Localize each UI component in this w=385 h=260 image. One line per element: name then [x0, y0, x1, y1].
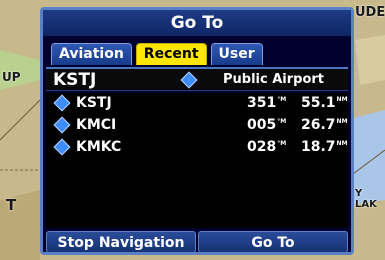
button-bar: Stop Navigation Go To: [46, 231, 348, 253]
bearing-value: 028°M: [247, 139, 287, 155]
airport-diamond-icon: [53, 116, 71, 134]
bearing-value: 005°M: [247, 117, 287, 133]
stop-navigation-button[interactable]: Stop Navigation: [46, 231, 196, 253]
tab-aviation[interactable]: Aviation: [51, 43, 132, 65]
tab-recent[interactable]: Recent: [135, 43, 207, 65]
airport-diamond-icon: [180, 71, 198, 89]
waypoint-ident: KMKC: [76, 139, 122, 155]
list-item[interactable]: KSTJ 351°M 55.1NM: [46, 93, 348, 115]
selected-type: Public Airport: [223, 72, 325, 87]
airport-diamond-icon: [53, 138, 71, 156]
map-label: T: [6, 196, 17, 214]
selected-waypoint-header: KSTJ Public Airport: [46, 67, 348, 91]
tab-bar: Aviation Recent User: [51, 43, 263, 65]
selected-ident: KSTJ: [53, 70, 97, 90]
waypoint-ident: KMCI: [76, 117, 117, 133]
bearing-value: 351°M: [247, 95, 287, 111]
list-item[interactable]: KMKC 028°M 18.7NM: [46, 137, 348, 159]
map-label: Y LAK: [355, 188, 377, 210]
waypoint-ident: KSTJ: [76, 95, 112, 111]
list-item[interactable]: KMCI 005°M 26.7NM: [46, 115, 348, 137]
dialog-title: Go To: [43, 10, 351, 36]
distance-value: 18.7NM: [301, 139, 348, 155]
tab-user[interactable]: User: [210, 43, 263, 65]
recent-waypoint-list: KSTJ 351°M 55.1NM KMCI 005°M 26.7NM KMKC…: [46, 93, 348, 228]
airport-diamond-icon: [53, 94, 71, 112]
distance-value: 26.7NM: [301, 117, 348, 133]
map-label: UDE: [355, 5, 385, 20]
map-label: UP: [2, 70, 21, 84]
distance-value: 55.1NM: [301, 95, 348, 111]
go-to-dialog: Go To Aviation Recent User KSTJ Public A…: [40, 7, 354, 255]
go-to-button[interactable]: Go To: [198, 231, 348, 253]
